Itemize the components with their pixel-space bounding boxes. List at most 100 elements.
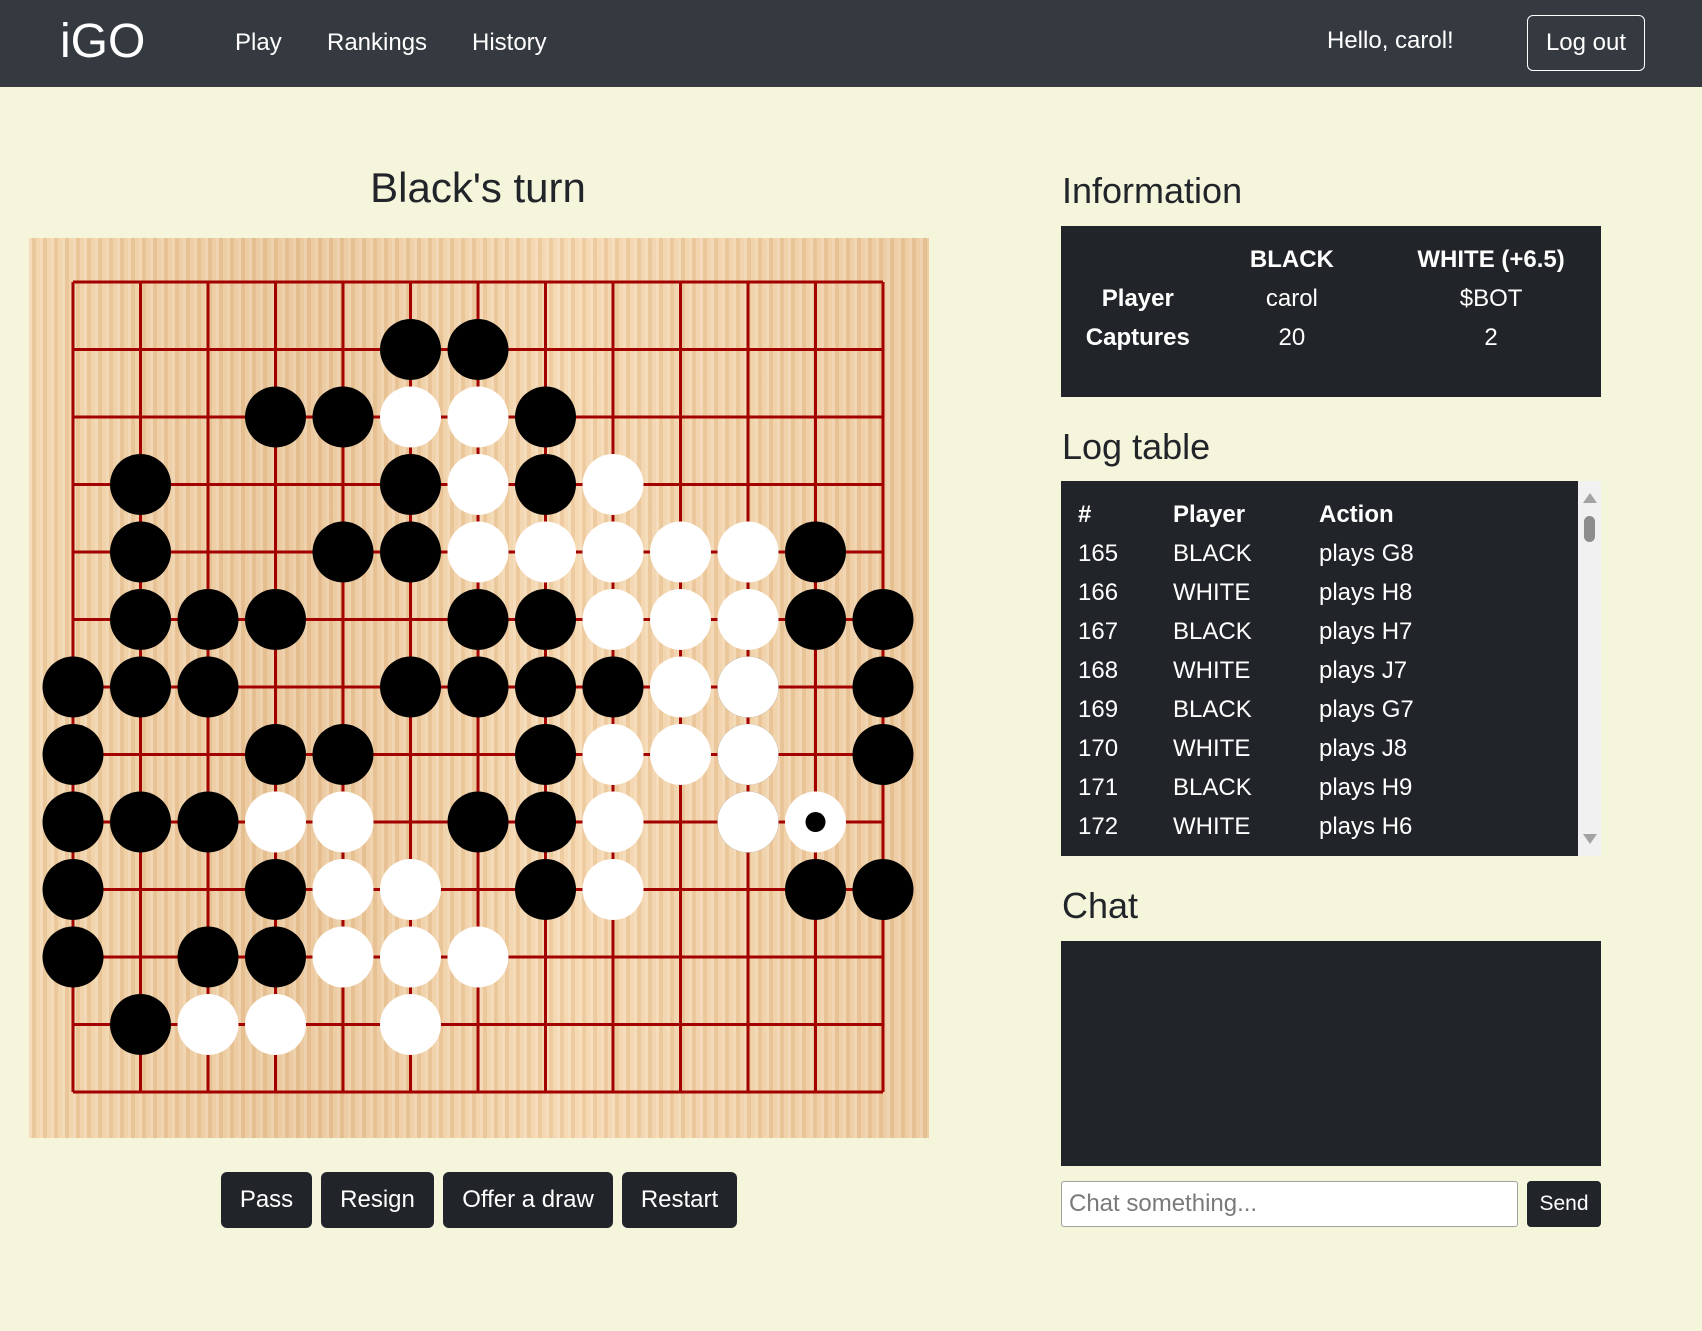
white-stone	[447, 454, 509, 515]
log-table-title: Log table	[1062, 426, 1211, 467]
black-stone	[582, 656, 644, 718]
nav-link-rankings[interactable]: Rankings	[327, 27, 427, 59]
black-stone	[177, 791, 239, 853]
nav-link-history[interactable]: History	[472, 27, 547, 59]
log-row: 165 BLACK plays G8	[1078, 534, 1519, 573]
log-cell-number: 171	[1078, 774, 1119, 801]
log-cell-player: BLACK	[1173, 696, 1252, 723]
black-stone	[110, 454, 171, 515]
white-stone	[380, 859, 441, 920]
white-stone	[717, 724, 779, 785]
black-stone	[110, 656, 171, 718]
black-stone	[110, 994, 171, 1055]
white-stone	[177, 994, 239, 1055]
log-header-player: Player	[1173, 501, 1246, 528]
white-stone	[717, 521, 779, 583]
log-header-number: #	[1078, 501, 1092, 528]
black-stone	[245, 386, 306, 448]
log-cell-action: plays G8	[1319, 540, 1414, 567]
black-stone	[312, 386, 374, 448]
logout-button[interactable]: Log out	[1527, 15, 1645, 71]
info-label-player: Player	[1101, 285, 1174, 312]
info-black-captures: 20	[1278, 324, 1306, 351]
black-stone	[42, 656, 104, 718]
chat-title: Chat	[1062, 885, 1139, 926]
chat-input[interactable]	[1061, 1181, 1518, 1227]
nav-link-play[interactable]: Play	[235, 27, 282, 59]
white-stone	[447, 521, 509, 583]
black-stone	[245, 724, 306, 785]
black-stone	[515, 724, 576, 785]
log-cell-number: 168	[1078, 657, 1119, 684]
black-stone	[515, 656, 576, 718]
white-stone	[582, 454, 644, 515]
white-stone	[650, 521, 711, 583]
black-stone	[110, 791, 171, 853]
white-stone	[717, 656, 779, 718]
black-stone	[42, 791, 104, 853]
offer-draw-button[interactable]: Offer a draw	[443, 1172, 613, 1228]
restart-button[interactable]: Restart	[622, 1172, 737, 1228]
scroll-down-arrow-icon[interactable]	[1583, 834, 1597, 844]
scroll-thumb[interactable]	[1584, 516, 1595, 542]
black-stone	[447, 319, 509, 380]
black-stone	[110, 521, 171, 583]
log-cell-action: plays H8	[1319, 579, 1413, 606]
black-stone	[245, 589, 306, 650]
black-stone	[312, 521, 374, 583]
information-title: Information	[1062, 170, 1243, 211]
black-stone	[515, 859, 576, 920]
resign-button[interactable]: Resign	[321, 1172, 434, 1228]
pass-button[interactable]: Pass	[221, 1172, 312, 1228]
log-row: 171 BLACK plays H9	[1078, 768, 1519, 807]
send-button[interactable]: Send	[1527, 1181, 1601, 1227]
log-cell-number: 165	[1078, 540, 1119, 567]
info-header-white: WHITE (+6.5)	[1417, 246, 1565, 273]
white-stone	[380, 994, 441, 1055]
info-header-black: BLACK	[1249, 246, 1334, 273]
white-stone	[515, 521, 576, 583]
white-stone	[717, 589, 779, 650]
black-stone	[177, 926, 239, 988]
white-stone	[650, 724, 711, 785]
scroll-up-arrow-icon[interactable]	[1583, 493, 1597, 503]
log-row: 169 BLACK plays G7	[1078, 690, 1519, 729]
black-stone	[515, 386, 576, 448]
black-stone	[515, 589, 576, 650]
white-stone	[447, 926, 509, 988]
log-cell-player: WHITE	[1173, 657, 1251, 684]
log-cell-player: BLACK	[1173, 618, 1252, 645]
black-stone	[380, 319, 441, 380]
black-stone	[177, 656, 239, 718]
white-stone	[245, 791, 306, 853]
last-move-marker-icon	[805, 812, 826, 832]
black-stone	[785, 859, 846, 920]
black-stone	[785, 589, 846, 650]
brand-logo[interactable]: iGO	[60, 10, 145, 74]
black-stone	[245, 859, 306, 920]
log-scrollbar[interactable]	[1578, 481, 1601, 856]
white-stone	[582, 859, 644, 920]
black-stone	[515, 454, 576, 515]
log-panel[interactable]: # Player Action 165 BLACK plays G8 166 WHITE…	[1061, 481, 1601, 856]
white-stone	[312, 859, 374, 920]
black-stone	[42, 859, 104, 920]
log-cell-player: WHITE	[1173, 813, 1251, 840]
log-cell-number: 166	[1078, 579, 1119, 606]
black-stone	[785, 521, 846, 583]
info-white-captures: 2	[1484, 324, 1498, 351]
black-stone	[42, 926, 104, 988]
black-stone	[852, 656, 914, 718]
go-board-svg[interactable]	[29, 238, 929, 1138]
chat-messages	[1061, 941, 1601, 1166]
log-row: 168 WHITE plays J7	[1078, 651, 1519, 690]
black-stone	[515, 791, 576, 853]
log-cell-action: plays H6	[1319, 813, 1413, 840]
black-stone	[447, 656, 509, 718]
black-stone	[852, 859, 914, 920]
log-cell-player: BLACK	[1173, 540, 1252, 567]
go-board[interactable]	[29, 238, 929, 1138]
log-header-action: Action	[1319, 501, 1394, 528]
white-stone	[312, 926, 374, 988]
white-stone	[245, 994, 306, 1055]
